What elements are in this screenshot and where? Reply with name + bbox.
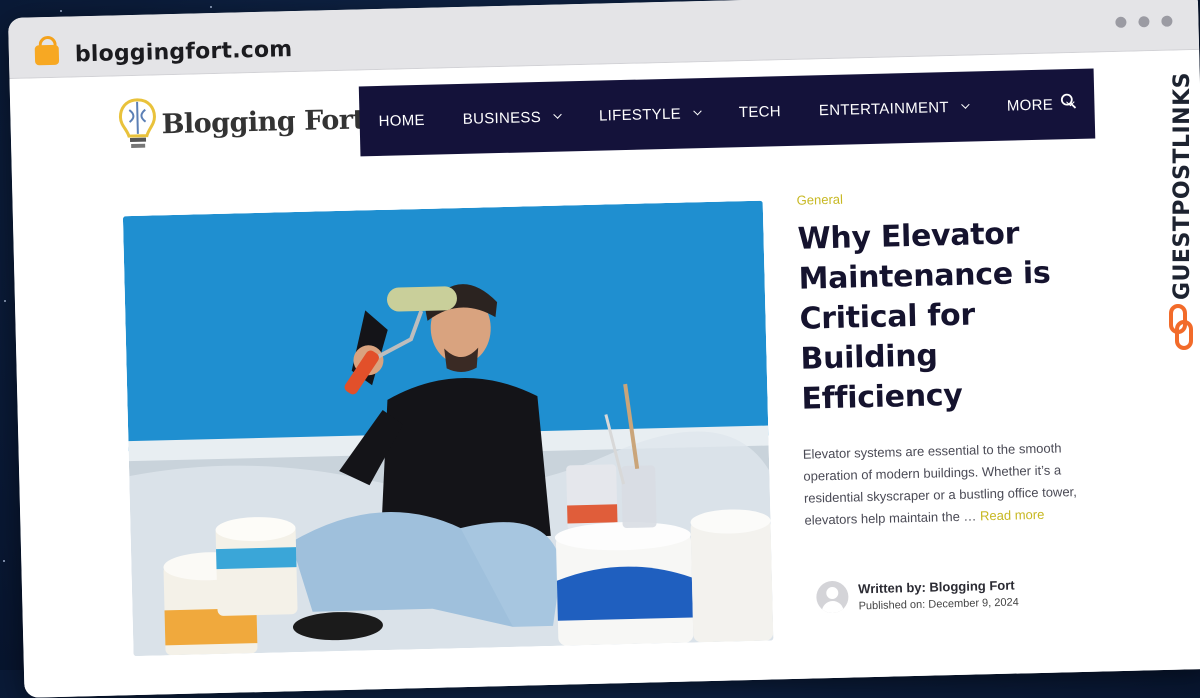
site-logo[interactable]: Blogging Fort xyxy=(117,90,365,154)
read-more-link[interactable]: Read more xyxy=(980,507,1045,524)
avatar xyxy=(816,580,849,614)
painter-photo xyxy=(122,200,774,657)
chevron-down-icon xyxy=(961,100,971,109)
logo-text: Blogging Fort xyxy=(161,103,365,140)
nav-item-tech[interactable]: TECH xyxy=(720,103,781,121)
search-icon[interactable] xyxy=(1060,93,1077,109)
nav-label: MORE xyxy=(1006,95,1054,115)
window-dot-icon[interactable] xyxy=(1115,16,1127,28)
nav-label: TECH xyxy=(738,102,782,121)
lock-icon xyxy=(34,35,60,66)
author-box: Written by: Blogging Fort Published on: … xyxy=(816,576,1019,614)
nav-item-business[interactable]: BUSINESS xyxy=(444,108,563,128)
web-page: Blogging Fort HOME BUSINESS LIFESTYLE TE… xyxy=(9,49,1200,698)
window-dot-icon[interactable] xyxy=(1161,15,1173,27)
window-controls xyxy=(1115,15,1173,28)
publish-date: Published on: December 9, 2024 xyxy=(858,595,1019,612)
badge-text: GUESTPOSTLINKS xyxy=(1170,72,1195,300)
chain-link-icon xyxy=(1169,304,1193,350)
nav-label: BUSINESS xyxy=(462,108,542,128)
nav-item-lifestyle[interactable]: LIFESTYLE xyxy=(580,105,703,125)
nav-label: HOME xyxy=(378,111,426,130)
brain-bulb-icon xyxy=(118,98,156,149)
chevron-down-icon xyxy=(553,110,563,119)
nav-item-home[interactable]: HOME xyxy=(359,111,425,130)
nav-label: LIFESTYLE xyxy=(598,105,682,125)
address-bar[interactable]: bloggingfort.com xyxy=(75,37,293,67)
browser-window: bloggingfort.com Blogging Fort HOME BUSI… xyxy=(8,0,1200,698)
window-dot-icon[interactable] xyxy=(1138,16,1150,28)
author-name[interactable]: Written by: Blogging Fort xyxy=(858,577,1019,596)
featured-image[interactable] xyxy=(122,200,774,657)
chevron-down-icon xyxy=(693,106,703,116)
nav-item-entertainment[interactable]: ENTERTAINMENT xyxy=(800,98,971,119)
nav-label: ENTERTAINMENT xyxy=(818,98,950,119)
main-nav: HOME BUSINESS LIFESTYLE TECH ENTERTAINME… xyxy=(358,68,1096,157)
post-excerpt: Elevator systems are essential to the sm… xyxy=(803,436,1105,531)
post-title[interactable]: Why Elevator Maintenance is Critical for… xyxy=(797,212,1102,419)
post-summary: General Why Elevator Maintenance is Crit… xyxy=(797,185,1105,531)
post-category[interactable]: General xyxy=(797,185,1097,208)
